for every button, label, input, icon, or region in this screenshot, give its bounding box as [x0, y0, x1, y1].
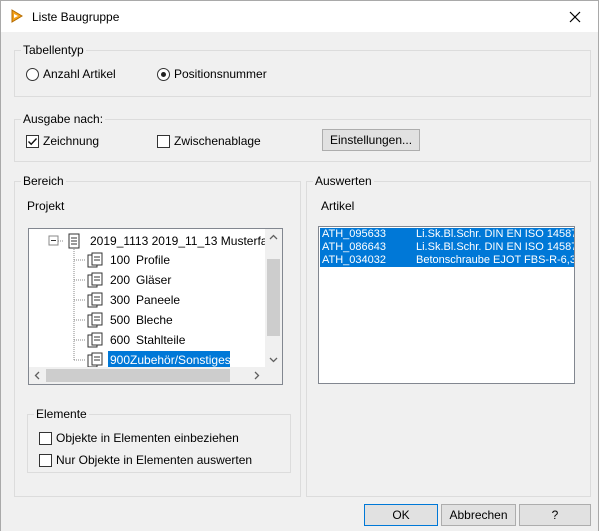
- radio-label: Anzahl Artikel: [43, 67, 116, 81]
- window-title: Liste Baugruppe: [32, 10, 120, 24]
- scroll-thumb[interactable]: [46, 369, 230, 382]
- auswerten-label: Auswerten: [313, 174, 374, 188]
- tree-root-node[interactable]: 2019_1113 2019_11_13 Musterfassa: [90, 232, 283, 250]
- scroll-left-icon[interactable]: [29, 367, 46, 384]
- scroll-thumb[interactable]: [267, 259, 280, 336]
- projekt-tree[interactable]: 2019_1113 2019_11_13 Musterfassa 100 Pro…: [28, 228, 283, 385]
- tree-item-label: Paneele: [136, 293, 181, 307]
- close-button[interactable]: [552, 1, 598, 32]
- radio-anzahl-artikel[interactable]: Anzahl Artikel: [26, 67, 116, 81]
- document-icon: [87, 332, 103, 348]
- list-item-id: ATH_034032: [322, 254, 387, 266]
- tree-item-label: Bleche: [136, 313, 173, 327]
- list-item-description: Betonschraube EJOT FBS-R-6,3x: [416, 254, 574, 266]
- tree-item-500[interactable]: 500 Bleche: [110, 311, 173, 329]
- tree-node-label: 2019_1113 2019_11_13 Musterfassa: [90, 234, 283, 248]
- tree-item-600[interactable]: 600 Stahlteile: [110, 331, 185, 349]
- help-button[interactable]: ?: [519, 504, 591, 526]
- tree-vertical-scrollbar[interactable]: [265, 229, 282, 368]
- checkbox-label: Zwischenablage: [174, 134, 261, 148]
- scroll-down-icon[interactable]: [265, 351, 282, 368]
- scroll-right-icon[interactable]: [248, 367, 265, 384]
- checkbox-unchecked[interactable]: [39, 431, 52, 445]
- assembly-icon: [68, 233, 80, 249]
- tree-item-label: Gläser: [136, 273, 172, 287]
- elemente-label: Elemente: [34, 407, 89, 421]
- tree-item-label: Zubehör/Sonstiges: [130, 353, 231, 367]
- tree-item-300[interactable]: 300 Paneele: [110, 291, 180, 309]
- list-item-description: Li.Sk.Bl.Schr. DIN EN ISO 14587: [416, 228, 574, 240]
- document-icon: [87, 352, 103, 368]
- scroll-up-icon[interactable]: [265, 229, 282, 246]
- tree-item-100[interactable]: 100 Profile: [110, 251, 170, 269]
- checkbox-label: Objekte in Elementen einbeziehen: [56, 431, 239, 445]
- list-item-id: ATH_086643: [322, 241, 387, 253]
- list-item-description: Li.Sk.Bl.Schr. DIN EN ISO 14587: [416, 241, 574, 253]
- einstellungen-button[interactable]: Einstellungen...: [322, 129, 420, 151]
- artikel-list[interactable]: ATH_095633 Li.Sk.Bl.Schr. DIN EN ISO 145…: [318, 226, 575, 384]
- checkbox-zwischenablage[interactable]: Zwischenablage: [157, 134, 261, 148]
- tree-item-200[interactable]: 200 Gläser: [110, 271, 171, 289]
- list-item[interactable]: ATH_086643 Li.Sk.Bl.Schr. DIN EN ISO 145…: [320, 241, 574, 254]
- checkbox-nur-objekte[interactable]: Nur Objekte in Elementen auswerten: [39, 453, 252, 467]
- dialog-window: Liste Baugruppe Tabellentyp Anzahl Artik…: [0, 0, 599, 531]
- checkbox-label: Zeichnung: [43, 134, 100, 148]
- tree-item-number: 300: [110, 293, 131, 307]
- app-icon: [11, 9, 23, 23]
- tree-item-label: Stahlteile: [136, 333, 186, 347]
- document-icon: [87, 272, 103, 288]
- checkbox-unchecked[interactable]: [157, 134, 170, 148]
- artikel-label: Artikel: [321, 199, 355, 213]
- radio-label: Positionsnummer: [174, 67, 267, 81]
- cancel-button[interactable]: Abbrechen: [441, 504, 516, 526]
- document-icon: [87, 252, 103, 268]
- radio-circle[interactable]: [26, 67, 39, 81]
- radio-circle-selected[interactable]: [157, 67, 170, 81]
- checkbox-label: Nur Objekte in Elementen auswerten: [56, 453, 253, 467]
- ok-button[interactable]: OK: [364, 504, 438, 526]
- checkbox-unchecked[interactable]: [39, 453, 52, 467]
- document-icon: [87, 292, 103, 308]
- checkbox-checked[interactable]: [26, 134, 39, 148]
- close-icon: [569, 11, 581, 22]
- tree-item-number: 500: [110, 313, 131, 327]
- tree-horizontal-scrollbar[interactable]: [29, 367, 282, 384]
- tree-item-number: 100: [110, 253, 131, 267]
- checkmark-icon: [28, 137, 38, 145]
- projekt-label: Projekt: [27, 199, 65, 213]
- radio-positionsnummer[interactable]: Positionsnummer: [157, 67, 267, 81]
- list-item[interactable]: ATH_034032 Betonschraube EJOT FBS-R-6,3x: [320, 254, 574, 267]
- tree-item-number: 900: [110, 353, 131, 367]
- checkbox-zeichnung[interactable]: Zeichnung: [26, 134, 99, 148]
- tree-item-label: Profile: [136, 253, 171, 267]
- list-item[interactable]: ATH_095633 Li.Sk.Bl.Schr. DIN EN ISO 145…: [320, 228, 574, 241]
- bereich-label: Bereich: [21, 174, 66, 188]
- title-bar[interactable]: Liste Baugruppe: [1, 1, 598, 32]
- tabellentyp-label: Tabellentyp: [21, 43, 86, 57]
- list-item-id: ATH_095633: [322, 228, 387, 240]
- ausgabe-group: Ausgabe nach:: [14, 112, 591, 162]
- ausgabe-label: Ausgabe nach:: [21, 112, 106, 126]
- checkbox-objekte-einbeziehen[interactable]: Objekte in Elementen einbeziehen: [39, 431, 239, 445]
- tree-item-number: 200: [110, 273, 131, 287]
- document-icon: [87, 312, 103, 328]
- tree-item-number: 600: [110, 333, 131, 347]
